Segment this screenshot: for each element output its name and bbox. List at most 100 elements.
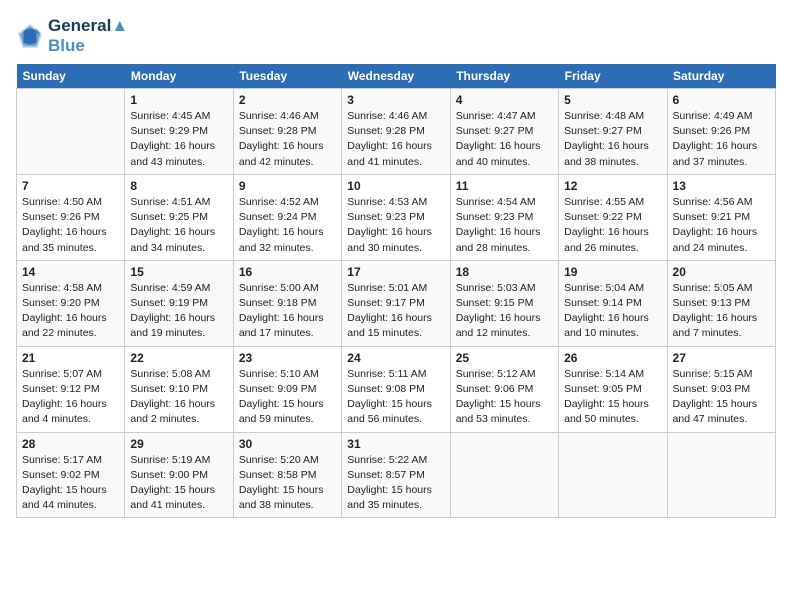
logo-icon (16, 22, 44, 50)
day-info: Sunrise: 5:07 AMSunset: 9:12 PMDaylight:… (22, 367, 119, 428)
day-number: 26 (564, 351, 661, 365)
day-number: 1 (130, 93, 227, 107)
day-info: Sunrise: 5:04 AMSunset: 9:14 PMDaylight:… (564, 281, 661, 342)
day-number: 23 (239, 351, 336, 365)
day-number: 24 (347, 351, 444, 365)
day-number: 11 (456, 179, 553, 193)
calendar-cell: 12 Sunrise: 4:55 AMSunset: 9:22 PMDayligh… (559, 174, 667, 260)
calendar-cell: 16 Sunrise: 5:00 AMSunset: 9:18 PMDayligh… (233, 260, 341, 346)
day-info: Sunrise: 4:49 AMSunset: 9:26 PMDaylight:… (673, 109, 770, 170)
calendar-cell: 17 Sunrise: 5:01 AMSunset: 9:17 PMDayligh… (342, 260, 450, 346)
calendar-cell: 18 Sunrise: 5:03 AMSunset: 9:15 PMDayligh… (450, 260, 558, 346)
calendar-cell: 20Sunrise: 5:05 AMSunset: 9:13 PMDayligh… (667, 260, 775, 346)
calendar-cell: 30 Sunrise: 5:20 AMSunset: 8:58 PMDayligh… (233, 432, 341, 518)
day-number: 4 (456, 93, 553, 107)
day-number: 30 (239, 437, 336, 451)
calendar-cell: 19 Sunrise: 5:04 AMSunset: 9:14 PMDayligh… (559, 260, 667, 346)
day-info: Sunrise: 5:19 AMSunset: 9:00 PMDaylight:… (130, 453, 227, 514)
calendar-cell: 2Sunrise: 4:46 AMSunset: 9:28 PMDaylight… (233, 89, 341, 175)
day-number: 16 (239, 265, 336, 279)
day-number: 7 (22, 179, 119, 193)
day-number: 5 (564, 93, 661, 107)
weekday-header-sunday: Sunday (17, 64, 125, 89)
day-info: Sunrise: 4:45 AMSunset: 9:29 PMDaylight:… (130, 109, 227, 170)
day-number: 9 (239, 179, 336, 193)
day-info: Sunrise: 4:59 AMSunset: 9:19 PMDaylight:… (130, 281, 227, 342)
day-info: Sunrise: 4:48 AMSunset: 9:27 PMDaylight:… (564, 109, 661, 170)
calendar-cell: 3Sunrise: 4:46 AMSunset: 9:28 PMDaylight… (342, 89, 450, 175)
calendar-cell: 22 Sunrise: 5:08 AMSunset: 9:10 PMDayligh… (125, 346, 233, 432)
calendar-cell: 29 Sunrise: 5:19 AMSunset: 9:00 PMDayligh… (125, 432, 233, 518)
day-info: Sunrise: 5:01 AMSunset: 9:17 PMDaylight:… (347, 281, 444, 342)
calendar-week-row: 7 Sunrise: 4:50 AMSunset: 9:26 PMDaylight… (17, 174, 776, 260)
calendar-cell: 9 Sunrise: 4:52 AMSunset: 9:24 PMDaylight… (233, 174, 341, 260)
day-number: 22 (130, 351, 227, 365)
day-number: 6 (673, 93, 770, 107)
day-info: Sunrise: 4:56 AMSunset: 9:21 PMDaylight:… (673, 195, 770, 256)
day-info: Sunrise: 5:08 AMSunset: 9:10 PMDaylight:… (130, 367, 227, 428)
calendar-week-row: 28Sunrise: 5:17 AMSunset: 9:02 PMDayligh… (17, 432, 776, 518)
calendar-cell (17, 89, 125, 175)
logo-text: General▲ Blue (48, 16, 128, 56)
day-number: 19 (564, 265, 661, 279)
day-info: Sunrise: 5:00 AMSunset: 9:18 PMDaylight:… (239, 281, 336, 342)
day-number: 17 (347, 265, 444, 279)
day-number: 14 (22, 265, 119, 279)
day-number: 18 (456, 265, 553, 279)
calendar-cell: 28Sunrise: 5:17 AMSunset: 9:02 PMDayligh… (17, 432, 125, 518)
calendar-week-row: 21 Sunrise: 5:07 AMSunset: 9:12 PMDayligh… (17, 346, 776, 432)
weekday-header-friday: Friday (559, 64, 667, 89)
day-info: Sunrise: 5:10 AMSunset: 9:09 PMDaylight:… (239, 367, 336, 428)
calendar-table: SundayMondayTuesdayWednesdayThursdayFrid… (16, 64, 776, 518)
calendar-week-row: 1 Sunrise: 4:45 AMSunset: 9:29 PMDaylight… (17, 89, 776, 175)
weekday-header-monday: Monday (125, 64, 233, 89)
day-info: Sunrise: 5:05 AMSunset: 9:13 PMDaylight:… (673, 281, 770, 342)
weekday-header-row: SundayMondayTuesdayWednesdayThursdayFrid… (17, 64, 776, 89)
calendar-cell: 14 Sunrise: 4:58 AMSunset: 9:20 PMDayligh… (17, 260, 125, 346)
weekday-header-saturday: Saturday (667, 64, 775, 89)
day-info: Sunrise: 5:15 AMSunset: 9:03 PMDaylight:… (673, 367, 770, 428)
day-info: Sunrise: 5:12 AMSunset: 9:06 PMDaylight:… (456, 367, 553, 428)
calendar-cell (450, 432, 558, 518)
calendar-cell: 5 Sunrise: 4:48 AMSunset: 9:27 PMDaylight… (559, 89, 667, 175)
day-info: Sunrise: 5:11 AMSunset: 9:08 PMDaylight:… (347, 367, 444, 428)
calendar-cell: 11 Sunrise: 4:54 AMSunset: 9:23 PMDayligh… (450, 174, 558, 260)
day-info: Sunrise: 4:51 AMSunset: 9:25 PMDaylight:… (130, 195, 227, 256)
calendar-cell: 31 Sunrise: 5:22 AMSunset: 8:57 PMDayligh… (342, 432, 450, 518)
calendar-cell: 13Sunrise: 4:56 AMSunset: 9:21 PMDayligh… (667, 174, 775, 260)
day-info: Sunrise: 5:17 AMSunset: 9:02 PMDaylight:… (22, 453, 119, 514)
day-info: Sunrise: 5:03 AMSunset: 9:15 PMDaylight:… (456, 281, 553, 342)
day-info: Sunrise: 4:53 AMSunset: 9:23 PMDaylight:… (347, 195, 444, 256)
day-number: 31 (347, 437, 444, 451)
calendar-cell: 21 Sunrise: 5:07 AMSunset: 9:12 PMDayligh… (17, 346, 125, 432)
page-header: General▲ Blue (16, 16, 776, 56)
day-number: 8 (130, 179, 227, 193)
day-info: Sunrise: 4:55 AMSunset: 9:22 PMDaylight:… (564, 195, 661, 256)
day-info: Sunrise: 5:20 AMSunset: 8:58 PMDaylight:… (239, 453, 336, 514)
calendar-cell: 27 Sunrise: 5:15 AMSunset: 9:03 PMDayligh… (667, 346, 775, 432)
calendar-cell: 15 Sunrise: 4:59 AMSunset: 9:19 PMDayligh… (125, 260, 233, 346)
calendar-cell: 24 Sunrise: 5:11 AMSunset: 9:08 PMDayligh… (342, 346, 450, 432)
calendar-cell: 4 Sunrise: 4:47 AMSunset: 9:27 PMDaylight… (450, 89, 558, 175)
day-info: Sunrise: 4:58 AMSunset: 9:20 PMDaylight:… (22, 281, 119, 342)
day-number: 27 (673, 351, 770, 365)
day-info: Sunrise: 4:54 AMSunset: 9:23 PMDaylight:… (456, 195, 553, 256)
day-number: 21 (22, 351, 119, 365)
calendar-cell: 23 Sunrise: 5:10 AMSunset: 9:09 PMDayligh… (233, 346, 341, 432)
day-info: Sunrise: 4:50 AMSunset: 9:26 PMDaylight:… (22, 195, 119, 256)
day-number: 25 (456, 351, 553, 365)
weekday-header-thursday: Thursday (450, 64, 558, 89)
calendar-cell: 7 Sunrise: 4:50 AMSunset: 9:26 PMDaylight… (17, 174, 125, 260)
calendar-cell: 6 Sunrise: 4:49 AMSunset: 9:26 PMDaylight… (667, 89, 775, 175)
day-number: 10 (347, 179, 444, 193)
day-info: Sunrise: 4:46 AMSunset: 9:28 PMDaylight:… (239, 109, 336, 170)
day-number: 15 (130, 265, 227, 279)
day-number: 29 (130, 437, 227, 451)
calendar-week-row: 14 Sunrise: 4:58 AMSunset: 9:20 PMDayligh… (17, 260, 776, 346)
day-info: Sunrise: 4:47 AMSunset: 9:27 PMDaylight:… (456, 109, 553, 170)
day-info: Sunrise: 5:22 AMSunset: 8:57 PMDaylight:… (347, 453, 444, 514)
day-info: Sunrise: 4:52 AMSunset: 9:24 PMDaylight:… (239, 195, 336, 256)
calendar-cell: 10 Sunrise: 4:53 AMSunset: 9:23 PMDayligh… (342, 174, 450, 260)
calendar-cell: 25 Sunrise: 5:12 AMSunset: 9:06 PMDayligh… (450, 346, 558, 432)
day-number: 12 (564, 179, 661, 193)
